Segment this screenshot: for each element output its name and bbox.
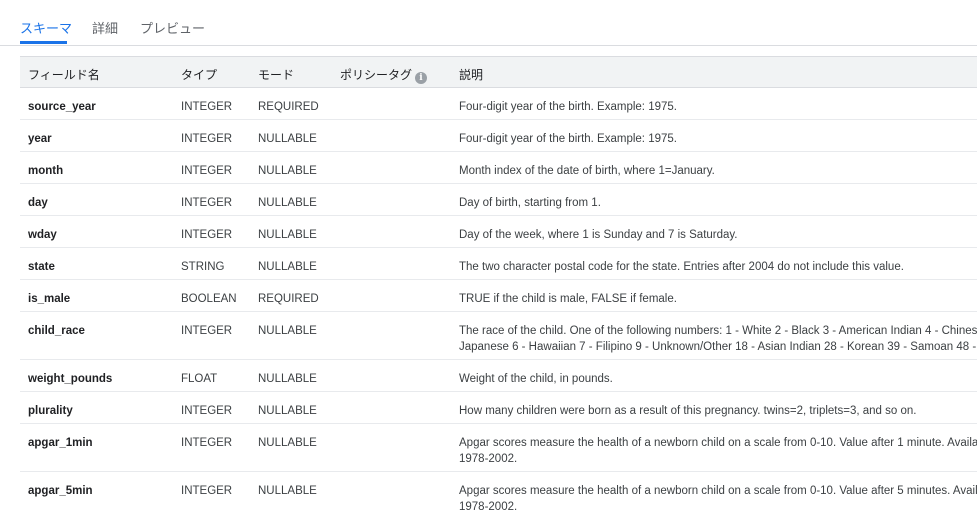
table-row[interactable]: day INTEGER NULLABLE Day of birth, starting… (20, 184, 977, 216)
table-row[interactable]: weight_pounds FLOAT NULLABLE Weight of the … (20, 360, 977, 392)
header-policy-tag: ポリシータグ i (340, 66, 428, 84)
active-tab-indicator (20, 41, 67, 44)
table-header: フィールド名 タイプ モード ポリシータグ i 説明 (20, 56, 977, 88)
description-line: Apgar scores measure the health of a new… (459, 485, 977, 497)
field-name: state (28, 261, 55, 273)
field-mode: NULLABLE (258, 437, 317, 449)
description-line: Four-digit year of the birth. Example: 1… (459, 101, 677, 113)
field-name: weight_pounds (28, 373, 113, 385)
field-name: child_race (28, 325, 85, 337)
description-line: Four-digit year of the birth. Example: 1… (459, 133, 677, 145)
field-description: TRUE if the child is male, FALSE if fema… (459, 291, 677, 307)
field-type: INTEGER (181, 405, 233, 417)
field-mode: NULLABLE (258, 373, 317, 385)
header-mode[interactable]: モード (258, 66, 294, 83)
description-line: How many children were born as a result … (459, 405, 917, 417)
description-line: TRUE if the child is male, FALSE if fema… (459, 293, 677, 305)
header-description[interactable]: 説明 (459, 66, 483, 83)
header-field-name[interactable]: フィールド名 (28, 66, 100, 83)
table-row[interactable]: source_year INTEGER REQUIRED Four-digit yea… (20, 88, 977, 120)
description-line: 1978-2002. (459, 453, 518, 465)
field-name: apgar_1min (28, 437, 93, 449)
field-name: wday (28, 229, 57, 241)
field-mode: REQUIRED (258, 101, 319, 113)
field-description: Month index of the date of birth, where … (459, 163, 715, 179)
schema-table: フィールド名 タイプ モード ポリシータグ i 説明 source_year INT… (20, 56, 977, 513)
table-row[interactable]: month INTEGER NULLABLE Month index of the d… (20, 152, 977, 184)
field-description: Apgar scores measure the health of a new… (459, 435, 977, 467)
field-type: INTEGER (181, 101, 233, 113)
description-line: Month index of the date of birth, where … (459, 165, 715, 177)
field-name: apgar_5min (28, 485, 93, 497)
description-line: Day of the week, where 1 is Sunday and 7… (459, 229, 738, 241)
field-mode: NULLABLE (258, 229, 317, 241)
field-mode: NULLABLE (258, 405, 317, 417)
description-line: Day of birth, starting from 1. (459, 197, 601, 209)
table-row[interactable]: child_race INTEGER NULLABLE The race of the… (20, 312, 977, 360)
field-description: How many children were born as a result … (459, 403, 916, 419)
table-row[interactable]: state STRING NULLABLE The two character pos… (20, 248, 977, 280)
field-description: Day of birth, starting from 1. (459, 195, 601, 211)
description-line: The race of the child. One of the follow… (459, 325, 977, 337)
description-line: Weight of the child, in pounds. (459, 373, 613, 385)
tab-schema[interactable]: スキーマ (20, 18, 72, 37)
field-mode: NULLABLE (258, 133, 317, 145)
field-type: INTEGER (181, 229, 233, 241)
field-name: month (28, 165, 64, 177)
table-row[interactable]: apgar_5min INTEGER NULLABLE Apgar scores me… (20, 472, 977, 513)
field-description: Four-digit year of the birth. Example: 1… (459, 99, 677, 115)
info-icon[interactable]: i (415, 72, 428, 84)
table-row[interactable]: plurality INTEGER NULLABLE How many childre… (20, 392, 977, 424)
field-name: source_year (28, 101, 96, 113)
field-type: INTEGER (181, 437, 233, 449)
field-description: The race of the child. One of the follow… (459, 323, 977, 355)
field-type: INTEGER (181, 165, 233, 177)
field-type: INTEGER (181, 485, 233, 497)
tab-preview[interactable]: プレビュー (140, 18, 205, 37)
field-type: STRING (181, 261, 225, 273)
field-description: Four-digit year of the birth. Example: 1… (459, 131, 677, 147)
header-type[interactable]: タイプ (181, 66, 217, 83)
field-mode: NULLABLE (258, 197, 317, 209)
field-mode: NULLABLE (258, 325, 317, 337)
field-type: FLOAT (181, 373, 218, 385)
field-mode: REQUIRED (258, 293, 319, 305)
field-type: INTEGER (181, 133, 233, 145)
field-type: BOOLEAN (181, 293, 237, 305)
table-row[interactable]: wday INTEGER NULLABLE Day of the week, wher… (20, 216, 977, 248)
field-name: is_male (28, 293, 71, 305)
field-type: INTEGER (181, 197, 233, 209)
field-name: year (28, 133, 52, 145)
field-mode: NULLABLE (258, 261, 317, 273)
description-line: 1978-2002. (459, 501, 518, 513)
field-name: plurality (28, 405, 73, 417)
header-policy-tag-label: ポリシータグ (340, 68, 413, 82)
field-description: The two character postal code for the st… (459, 259, 904, 275)
field-description: Weight of the child, in pounds. (459, 371, 613, 387)
field-mode: NULLABLE (258, 165, 317, 177)
tab-details[interactable]: 詳細 (92, 18, 118, 37)
table-row[interactable]: is_male BOOLEAN REQUIRED TRUE if the child … (20, 280, 977, 312)
field-description: Apgar scores measure the health of a new… (459, 483, 977, 513)
description-line: Apgar scores measure the health of a new… (459, 437, 977, 449)
description-line: The two character postal code for the st… (459, 261, 904, 273)
table-row[interactable]: apgar_1min INTEGER NULLABLE Apgar scores me… (20, 424, 977, 472)
tab-bar: スキーマ 詳細 プレビュー (0, 0, 977, 46)
table-row[interactable]: year INTEGER NULLABLE Four-digit year of th… (20, 120, 977, 152)
field-type: INTEGER (181, 325, 233, 337)
field-mode: NULLABLE (258, 485, 317, 497)
field-name: day (28, 197, 48, 209)
description-line: Japanese 6 - Hawaiian 7 - Filipino 9 - U… (459, 341, 977, 353)
field-description: Day of the week, where 1 is Sunday and 7… (459, 227, 738, 243)
